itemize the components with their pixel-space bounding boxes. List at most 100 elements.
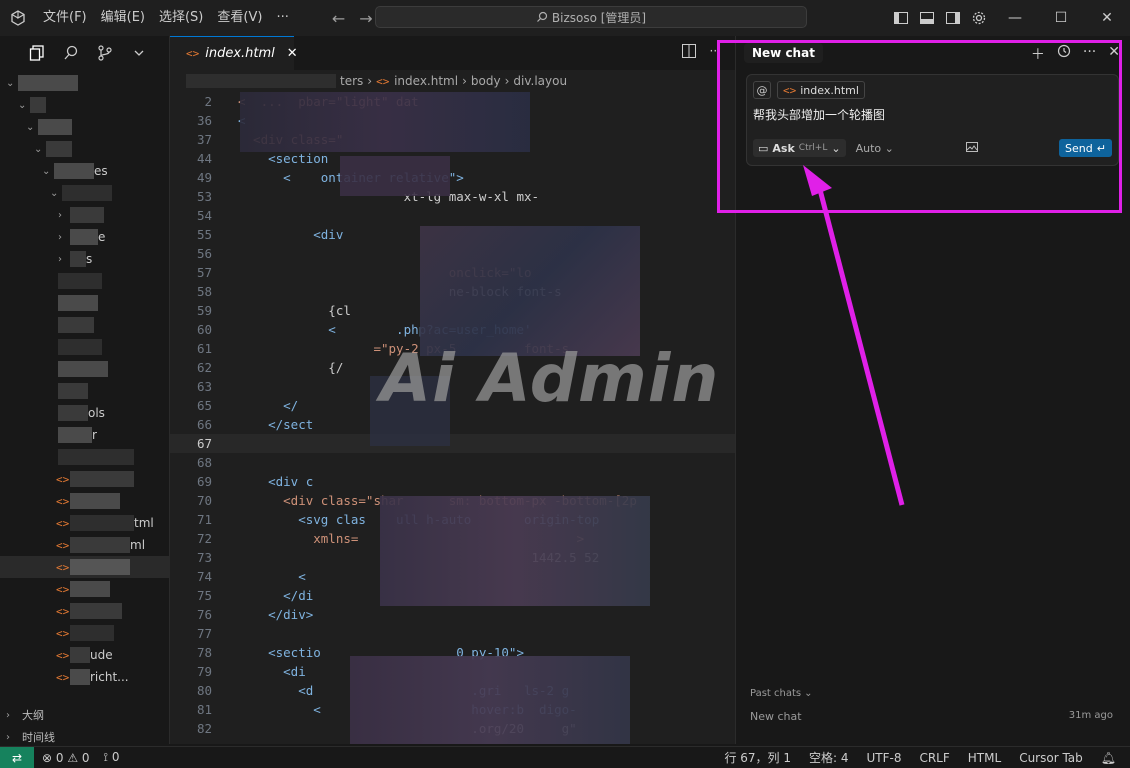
menu-view[interactable]: 查看(V) (210, 0, 269, 36)
close-icon[interactable]: ✕ (1108, 44, 1120, 64)
menu-edit[interactable]: 编辑(E) (94, 0, 152, 36)
close-tab-icon[interactable]: ✕ (287, 46, 298, 61)
tree-label: ml (130, 538, 146, 552)
tree-row[interactable]: ⌄ (0, 138, 170, 160)
code-line[interactable]: 62 {/ (170, 358, 735, 377)
chevron-down-icon[interactable] (130, 44, 148, 62)
chat-tab-new[interactable]: New chat (744, 43, 823, 63)
encoding[interactable]: UTF-8 (866, 751, 901, 765)
breadcrumb-item[interactable]: index.html (394, 74, 458, 88)
timeline-section[interactable]: › 时间线 (0, 726, 170, 748)
maximize-button[interactable]: ☐ (1038, 0, 1084, 36)
history-icon[interactable] (1057, 44, 1071, 64)
model-label: Auto (855, 141, 882, 155)
indentation[interactable]: 空格: 4 (809, 749, 849, 766)
toggle-panel-icon[interactable] (914, 0, 940, 36)
line-number: 62 (196, 360, 212, 375)
line-number: 58 (196, 284, 212, 299)
split-editor-icon[interactable] (681, 44, 696, 61)
tree-row[interactable]: ⌄ (0, 72, 170, 94)
toggle-sidebar-icon[interactable] (888, 0, 914, 36)
file-item[interactable]: <> (0, 622, 170, 644)
remote-indicator-icon[interactable]: ⇄ (0, 746, 34, 768)
cursor-position[interactable]: 行 67，列 1 (724, 749, 791, 766)
html-file-icon: <> (56, 604, 70, 618)
outline-section[interactable]: › 大纲 (0, 704, 170, 726)
breadcrumb: ters › <> index.html › body › div.layou (170, 70, 735, 92)
menu-selection[interactable]: 选择(S) (152, 0, 210, 36)
explorer-files-icon[interactable] (28, 44, 46, 62)
send-button[interactable]: Send ↵ (1059, 139, 1112, 157)
line-number: 68 (196, 455, 212, 470)
line-number: 67 (196, 436, 212, 451)
code-line[interactable]: 69 <div c (170, 472, 735, 491)
model-dropdown[interactable]: Auto ⌄ (856, 142, 894, 155)
code-line[interactable]: 53 xt-lg max-w-xl mx- (170, 187, 735, 206)
forward-arrow-icon[interactable]: → (359, 9, 372, 28)
code-line[interactable]: 63 (170, 377, 735, 396)
file-item[interactable]: <> (0, 600, 170, 622)
code-line[interactable]: 54 (170, 206, 735, 225)
file-item[interactable]: <> (0, 490, 170, 512)
tree-row[interactable]: ⌄ (0, 94, 170, 116)
breadcrumb-item[interactable]: body (471, 74, 501, 88)
close-window-button[interactable]: ✕ (1084, 0, 1130, 36)
past-chats-toggle[interactable]: Past chats ⌄ (750, 688, 813, 699)
redaction-block (420, 226, 640, 356)
chat-input[interactable]: 帮我头部增加一个轮播图 (747, 99, 1118, 130)
source-control-icon[interactable] (96, 44, 114, 62)
breadcrumb-item[interactable]: ters (340, 74, 363, 88)
code-line[interactable]: 77 (170, 624, 735, 643)
ports-indicator[interactable]: ⟟ 0 (104, 750, 120, 765)
back-arrow-icon[interactable]: ← (332, 9, 345, 28)
file-item[interactable]: <> (0, 578, 170, 600)
code-line[interactable]: 67 (170, 434, 735, 453)
file-item[interactable]: <> ml (0, 534, 170, 556)
notifications-bell-icon[interactable]: 🔔︎ (1101, 751, 1116, 765)
search-icon[interactable] (62, 44, 80, 62)
code-lines[interactable]: 2< ... pbar="light" dat36<37 <div class=… (170, 92, 735, 738)
more-actions-icon[interactable]: ··· (1083, 44, 1096, 64)
tree-row[interactable]: ⌄ (0, 182, 170, 204)
code-line[interactable]: 68 (170, 453, 735, 472)
code-line[interactable]: 49 < ontainer relative"> (170, 168, 735, 187)
settings-gear-icon[interactable] (966, 0, 992, 36)
ask-mode-dropdown[interactable]: ▭ Ask Ctrl+L ⌄ (753, 139, 846, 157)
code-line[interactable]: 65 </ (170, 396, 735, 415)
tab-index-html[interactable]: <> index.html ✕ (170, 36, 298, 70)
past-chat-item[interactable]: New chat 31m ago (750, 710, 1113, 723)
tree-row[interactable]: › s (0, 248, 170, 270)
toggle-secondary-sidebar-icon[interactable] (940, 0, 966, 36)
command-center[interactable]: Bizsoso [管理员] (375, 6, 807, 28)
chat-composer[interactable]: @ <> index.html 帮我头部增加一个轮播图 ▭ Ask Ctrl+L… (746, 74, 1119, 166)
code-line[interactable]: 76 </div> (170, 605, 735, 624)
file-item[interactable]: <> (0, 468, 170, 490)
line-ending[interactable]: CRLF (919, 751, 949, 765)
plus-icon[interactable]: ＋ (1031, 44, 1045, 64)
code-line[interactable]: 66 </sect (170, 415, 735, 434)
file-item[interactable]: <> tml (0, 512, 170, 534)
ask-shortcut: Ctrl+L (798, 143, 828, 153)
problems-indicator[interactable]: ⊗ 0 ⚠ 0 (42, 751, 90, 765)
command-center-label: Bizsoso [管理员] (551, 10, 647, 25)
tree-row[interactable]: ⌄ es (0, 160, 170, 182)
breadcrumb-item[interactable]: div.layou (513, 74, 567, 88)
menu-file[interactable]: 文件(F) (36, 0, 94, 36)
language-mode[interactable]: HTML (968, 751, 1001, 765)
cursor-tab-status[interactable]: Cursor Tab (1019, 751, 1083, 765)
tree-label: s (86, 252, 93, 266)
tree-row[interactable]: › (0, 204, 170, 226)
tree-row (0, 380, 170, 402)
context-file-chip[interactable]: <> index.html (777, 81, 865, 99)
line-number: 55 (196, 227, 212, 242)
menu-more[interactable]: ··· (269, 0, 295, 36)
file-item[interactable]: <> (0, 556, 170, 578)
image-attach-icon[interactable] (966, 141, 979, 155)
file-item[interactable]: <> richt... (0, 666, 170, 688)
tree-row[interactable]: › e (0, 226, 170, 248)
more-actions-icon[interactable]: ··· (710, 44, 721, 61)
mention-button[interactable]: @ (753, 81, 771, 99)
minimize-button[interactable]: — (992, 0, 1038, 36)
file-item[interactable]: <> ude (0, 644, 170, 666)
tree-row[interactable]: ⌄ (0, 116, 170, 138)
